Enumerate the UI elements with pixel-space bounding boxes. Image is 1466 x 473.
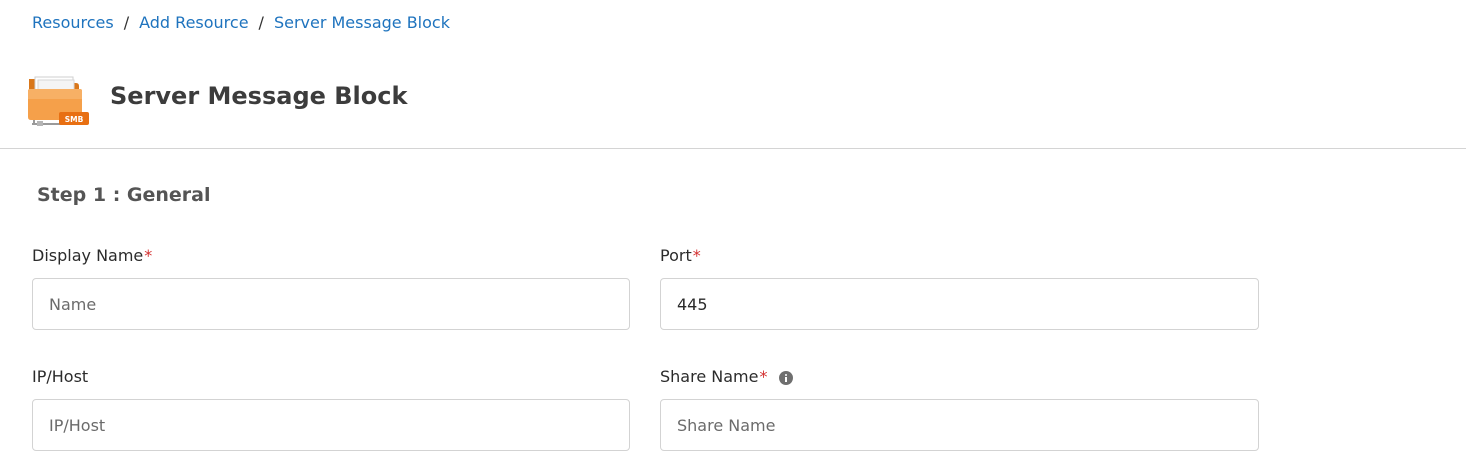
page-header: SMB Server Message Block: [0, 60, 1466, 149]
display-name-label-text: Display Name: [32, 246, 144, 265]
smb-folder-icon: SMB: [26, 73, 90, 127]
breadcrumb-separator: /: [123, 12, 130, 32]
required-asterisk: *: [144, 246, 153, 265]
share-name-label-text: Share Name: [660, 367, 759, 386]
ip-host-label: IP/Host: [32, 366, 88, 388]
share-name-input[interactable]: [660, 399, 1259, 451]
smb-badge-text: SMB: [65, 115, 84, 124]
breadcrumb-resources[interactable]: Resources: [32, 13, 114, 32]
page: Resources / Add Resource / Server Messag…: [0, 0, 1466, 473]
step-title: Step 1 : General: [37, 184, 211, 206]
display-name-label: Display Name *: [32, 245, 152, 267]
ip-host-label-text: IP/Host: [32, 367, 89, 386]
port-label: Port *: [660, 245, 701, 267]
breadcrumb-server-message-block[interactable]: Server Message Block: [274, 13, 450, 32]
page-title: Server Message Block: [110, 82, 408, 110]
breadcrumb-separator: /: [258, 12, 264, 32]
share-name-label: Share Name *: [660, 366, 794, 388]
required-asterisk: *: [692, 246, 701, 265]
port-label-text: Port: [660, 246, 692, 265]
required-asterisk: *: [759, 367, 768, 386]
breadcrumb: Resources / Add Resource / Server Messag…: [32, 11, 450, 33]
ip-host-input[interactable]: [32, 399, 630, 451]
display-name-input[interactable]: [32, 278, 630, 330]
port-input[interactable]: [660, 278, 1259, 330]
info-icon[interactable]: [779, 371, 794, 385]
breadcrumb-add-resource[interactable]: Add Resource: [139, 13, 248, 32]
